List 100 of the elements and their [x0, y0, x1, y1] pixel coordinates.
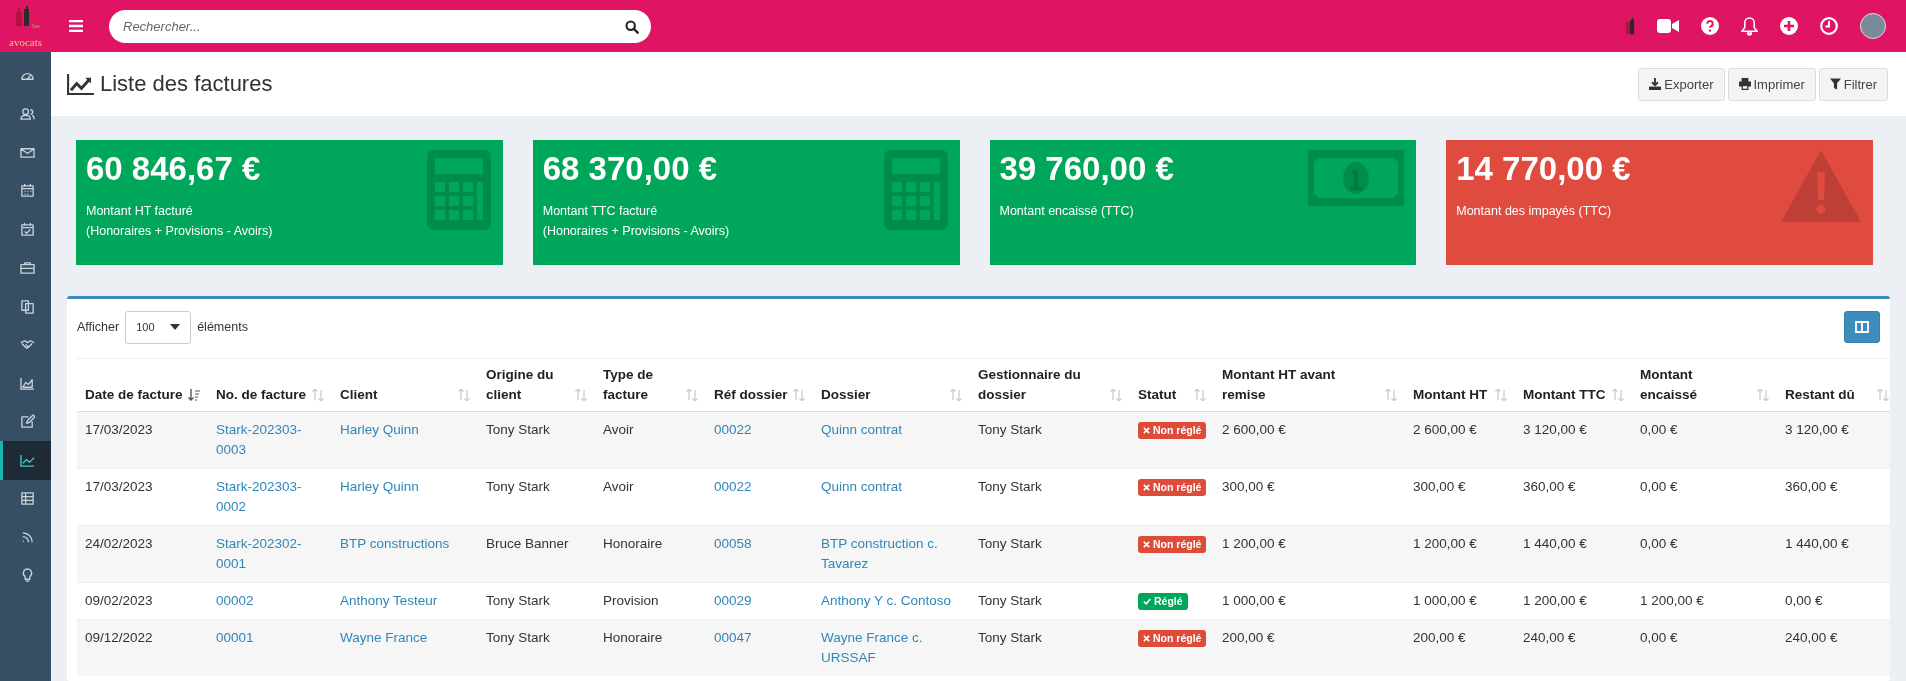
status-badge: Non réglé	[1138, 422, 1207, 439]
table-cell: Tony Stark	[978, 536, 1042, 551]
sort-icon	[458, 389, 470, 401]
help-icon[interactable]	[1701, 17, 1719, 35]
table-cell: Provision	[603, 593, 659, 608]
column-header[interactable]: Montant encaissé	[1632, 358, 1777, 412]
table-link[interactable]: Harley Quinn	[340, 477, 470, 497]
sort-icon	[575, 389, 587, 401]
status-badge: Non réglé	[1138, 536, 1207, 553]
table-link[interactable]: Anthony Y c. Contoso	[821, 591, 962, 611]
avatar[interactable]	[1860, 13, 1886, 39]
menu-icon[interactable]	[69, 20, 83, 32]
column-header[interactable]: Statut	[1130, 358, 1214, 412]
column-header[interactable]: Gestionnaire du dossier	[970, 358, 1130, 412]
stat-label: (Honoraires + Provisions - Avoirs)	[86, 223, 273, 240]
columns-button[interactable]	[1844, 311, 1880, 343]
sort-icon	[1612, 389, 1624, 401]
table-cell: 0,00 €	[1785, 593, 1823, 608]
status-badge: Non réglé	[1138, 630, 1207, 647]
stat-amount: 14 770,00 €	[1456, 150, 1631, 188]
table-cell: Honoraire	[603, 536, 663, 551]
users-icon	[19, 106, 35, 122]
sort-icon	[1877, 389, 1889, 401]
table-cell: 24/02/2023	[85, 536, 153, 551]
table-cell: 17/03/2023	[85, 479, 153, 494]
stat-label: Montant TTC facturé	[542, 203, 659, 220]
page-title: Liste des factures	[100, 71, 273, 97]
filter-icon	[1829, 78, 1841, 90]
add-icon[interactable]	[1780, 17, 1798, 35]
table-cell: 200,00 €	[1222, 630, 1275, 645]
sort-icon	[686, 389, 698, 401]
sort-icon	[950, 389, 962, 401]
table-cell: Tony Stark	[486, 630, 550, 645]
table-link[interactable]: Anthony Testeur	[340, 591, 470, 611]
documents-icon	[19, 298, 35, 314]
sort-icon	[1194, 389, 1206, 401]
column-header[interactable]: Réf dossier	[706, 358, 813, 412]
action-button[interactable]: Imprimer	[1727, 67, 1816, 101]
table-cell: 1 440,00 €	[1785, 536, 1849, 551]
table-cell: 2 600,00 €	[1413, 422, 1477, 437]
bell-icon[interactable]	[1741, 16, 1758, 36]
column-header[interactable]: Montant HT avant remise	[1214, 358, 1405, 412]
table-cell: 09/12/2022	[85, 630, 153, 645]
page-size-select[interactable]: 100	[125, 310, 192, 344]
table-cell: 1 000,00 €	[1413, 593, 1477, 608]
table-link[interactable]: 00029	[714, 591, 805, 611]
table-link[interactable]: 00002	[216, 591, 324, 611]
action-button[interactable]: Filtrer	[1818, 67, 1888, 101]
table-icon	[19, 491, 35, 507]
status-badge: Non réglé	[1138, 479, 1207, 496]
table-cell: 240,00 €	[1523, 630, 1576, 645]
stat-label: Montant des impayés (TTC)	[1456, 203, 1613, 220]
table-cell: 0,00 €	[1640, 479, 1678, 494]
print-icon	[1738, 78, 1751, 90]
column-header[interactable]: Client	[332, 358, 478, 412]
column-header[interactable]: Type de facture	[595, 358, 706, 412]
search-icon[interactable]	[625, 19, 639, 34]
table-cell: Tony Stark	[486, 593, 550, 608]
stat-amount: 39 760,00 €	[999, 150, 1174, 188]
sidebar-item[interactable]	[0, 441, 51, 480]
column-header[interactable]: No. de facture	[208, 358, 332, 412]
table-link[interactable]: 00022	[714, 477, 805, 497]
table-link[interactable]: Quinn contrat	[821, 477, 962, 497]
stat-label: Montant encaissé (TTC)	[999, 203, 1135, 220]
calculator-icon	[883, 150, 948, 230]
sort-icon	[1495, 389, 1507, 401]
table-cell: Bruce Banner	[486, 536, 569, 551]
table-cell: Tony Stark	[486, 422, 550, 437]
download-icon	[1649, 78, 1662, 90]
table-cell: Avoir	[603, 422, 634, 437]
column-header[interactable]: Montant HT	[1405, 358, 1515, 412]
table-cell: 0,00 €	[1640, 422, 1678, 437]
column-header[interactable]: Dossier	[813, 358, 970, 412]
search-field[interactable]: Rechercher...	[109, 9, 651, 43]
stat-label: Montant HT facturé	[86, 203, 194, 220]
column-header[interactable]: Origine du client	[478, 358, 595, 412]
table-cell: 1 200,00 €	[1222, 536, 1286, 551]
table-cell: 09/02/2023	[85, 593, 153, 608]
calendar-check-icon	[19, 221, 35, 237]
column-header[interactable]: Restant dû	[1777, 358, 1890, 412]
clock-icon[interactable]	[1820, 17, 1838, 35]
warning-icon	[1781, 150, 1861, 222]
sort-icon	[1110, 389, 1122, 401]
action-button[interactable]: Exporter	[1638, 67, 1725, 101]
column-header[interactable]: Date de facture	[77, 358, 208, 412]
close-icon	[1143, 484, 1150, 491]
length-label: Afficher	[77, 320, 120, 334]
table-link[interactable]: Stark-202303-0002	[216, 477, 324, 517]
column-header[interactable]: Montant TTC	[1515, 358, 1632, 412]
columns-icon	[1855, 321, 1869, 333]
figures-icon[interactable]	[1625, 17, 1635, 35]
table-cell: Tony Stark	[486, 479, 550, 494]
table-cell: 2 600,00 €	[1222, 422, 1286, 437]
sort-descending-icon	[188, 389, 200, 401]
table-cell: Tony Stark	[978, 479, 1042, 494]
table-cell: 300,00 €	[1413, 479, 1466, 494]
table-cell: 17/03/2023	[85, 422, 153, 437]
sort-icon	[1385, 389, 1397, 401]
video-camera-icon[interactable]	[1657, 19, 1679, 33]
length-label: éléments	[197, 320, 248, 334]
